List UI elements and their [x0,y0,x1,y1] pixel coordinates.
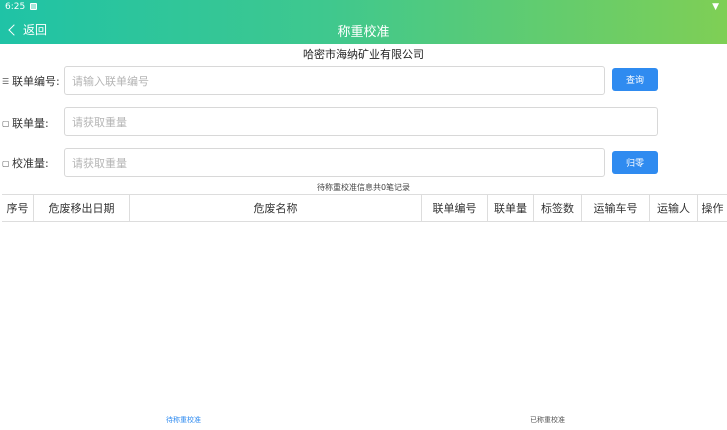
wifi-icon: ▼ [712,2,719,12]
manifest-no-input[interactable]: 请输入联单编号 [64,66,605,95]
column-header: 危废名称 [130,195,422,221]
notification-icon [30,3,37,10]
column-header: 标签数 [534,195,582,221]
column-header: 联单量 [488,195,534,221]
column-header: 危废移出日期 [34,195,130,221]
page-title: 称重校准 [337,25,390,40]
column-header: 运输车号 [582,195,650,221]
calibration-weight-placeholder: 请获取重量 [72,156,127,170]
manifest-no-label: ☰ 联单编号: [2,73,60,89]
weight-icon: ▢ [2,118,10,128]
list-icon: ☰ [2,76,10,86]
zero-button[interactable]: 归零 [612,151,658,174]
table-header: 序号 危废移出日期 危废名称 联单编号 联单量 标签数 运输车号 运输人 操作 [2,194,727,222]
manifest-no-label-text: 联单编号: [12,75,60,88]
app-header: 6:25 ▼ 返回 称重校准 [0,0,727,44]
tab-done-calibration[interactable]: 已称重校准 [530,415,565,425]
status-time: 6:25 [5,2,26,12]
company-name: 哈密市海纳矿业有限公司 [303,48,424,61]
manifest-weight-label: ▢ 联单量: [2,115,49,131]
column-header: 运输人 [650,195,698,221]
manifest-no-placeholder: 请输入联单编号 [72,74,149,88]
column-header: 操作 [701,202,724,215]
manifest-weight-input[interactable]: 请获取重量 [64,107,658,136]
query-button[interactable]: 查询 [612,68,658,91]
weight-icon: ▢ [2,158,10,168]
column-header: 联单编号 [422,195,488,221]
manifest-weight-placeholder: 请获取重量 [72,115,127,129]
manifest-weight-label-text: 联单量: [12,117,49,130]
status-bar: 6:25 ▼ [0,0,727,14]
tab-pending-calibration[interactable]: 待称重校准 [166,415,201,425]
column-header: 序号 [2,195,34,221]
records-summary: 待称重校准信息共0笔记录 [316,183,411,192]
calibration-weight-label: ▢ 校准量: [2,155,49,171]
calibration-weight-input[interactable]: 请获取重量 [64,148,605,177]
calibration-weight-label-text: 校准量: [12,157,49,170]
